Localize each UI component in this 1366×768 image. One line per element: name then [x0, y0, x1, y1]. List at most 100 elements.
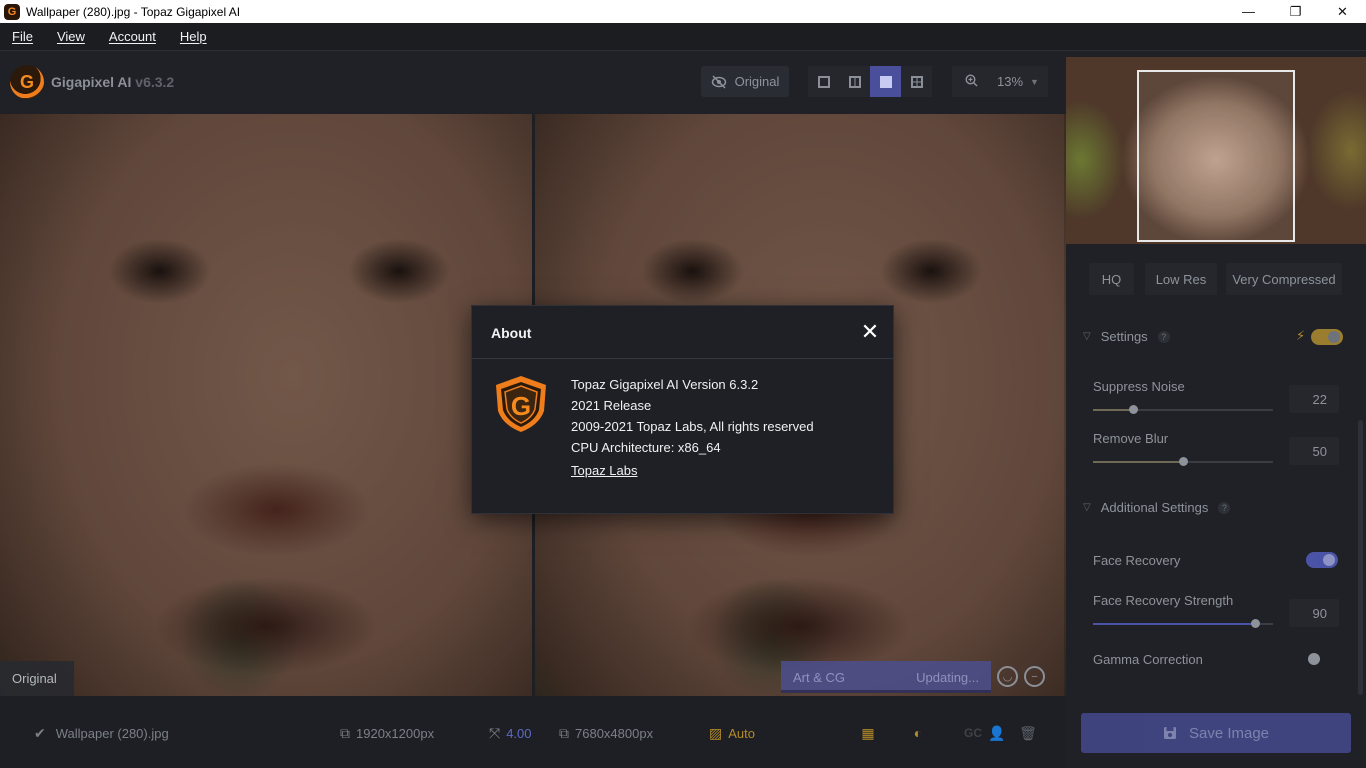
remove-blur-label: Remove Blur	[1093, 431, 1169, 446]
brand-version: v6.3.2	[135, 74, 175, 90]
trash-icon[interactable]: 🗑	[1019, 724, 1037, 742]
side-by-side-view-button[interactable]	[870, 66, 901, 97]
rating-group: ◡ −	[997, 666, 1045, 687]
window-title: Wallpaper (280).jpg - Topaz Gigapixel AI	[26, 4, 241, 19]
slider-fill	[1093, 461, 1183, 463]
about-version-line: Topaz Gigapixel AI Version 6.3.2	[571, 377, 759, 392]
smile-face-icon[interactable]: ◡	[997, 666, 1018, 687]
menu-bar: File View Account Help	[0, 23, 1366, 51]
slider-handle[interactable]	[1128, 405, 1138, 414]
zoom-value: 13%	[996, 74, 1024, 89]
contrast-half-icon[interactable]: ◐	[909, 724, 927, 742]
additional-settings-label: Additional Settings	[1100, 500, 1209, 515]
slider-handle[interactable]	[1251, 619, 1260, 628]
auto-settings-toggle[interactable]	[1311, 329, 1343, 345]
settings-header-label: Settings	[1100, 329, 1148, 344]
output-size: ⧉ 7680x4800px	[559, 725, 653, 742]
slider-fill	[1093, 409, 1133, 411]
file-name: Wallpaper (280).jpg	[55, 726, 169, 741]
face-recovery-strength-slider[interactable]	[1093, 619, 1273, 628]
original-toggle-label: Original	[734, 74, 780, 89]
chevron-down-icon: ▽	[1083, 331, 1091, 342]
close-icon[interactable]: ✕	[859, 321, 881, 343]
preset-low-res-button[interactable]: Low Res	[1145, 263, 1217, 295]
suppress-noise-value[interactable]: 22	[1289, 385, 1339, 413]
gamma-correction-badge: GC	[964, 726, 982, 740]
topaz-logo-icon: G	[496, 376, 546, 432]
face-recovery-toggle[interactable]	[1306, 552, 1338, 568]
model-name: Art & CG	[793, 669, 846, 685]
help-question-icon[interactable]: ?	[1157, 330, 1170, 343]
gamma-correction-toggle[interactable]	[1305, 651, 1337, 667]
save-image-button[interactable]: Save Image	[1081, 713, 1351, 753]
settings-scrollbar[interactable]	[1358, 420, 1363, 695]
toggle-knob	[1328, 331, 1340, 343]
quad-view-button[interactable]	[901, 66, 932, 97]
suppress-noise-label: Suppress Noise	[1093, 379, 1185, 394]
remove-blur-slider[interactable]	[1093, 457, 1273, 466]
brand-name: Gigapixel AI	[51, 74, 132, 90]
scale-value: 4.00	[506, 726, 532, 741]
expand-arrows-icon: ⤧	[489, 725, 501, 741]
face-recovery-strength-label: Face Recovery Strength	[1093, 593, 1234, 608]
split-view-button[interactable]	[839, 66, 870, 97]
toggle-knob	[1323, 554, 1335, 566]
mode-selector[interactable]: ▨ Auto	[709, 725, 755, 742]
slider-handle[interactable]	[1179, 457, 1188, 466]
about-dialog-title: About	[491, 325, 532, 341]
minimize-button[interactable]: —	[1225, 0, 1272, 23]
scale-factor[interactable]: ⤧ 4.00	[489, 725, 532, 742]
title-bar: G Wallpaper (280).jpg - Topaz Gigapixel …	[0, 0, 1366, 23]
split-view-icon	[848, 75, 861, 88]
zoom-in-icon[interactable]	[952, 73, 990, 90]
model-progress-bar	[781, 690, 991, 693]
toggle-knob	[1308, 653, 1320, 665]
modal-dim-overlay	[0, 114, 532, 696]
slider-fill	[1093, 623, 1255, 625]
model-status-bar[interactable]: Art & CG Updating...	[781, 661, 991, 693]
about-copyright-line: 2009-2021 Topaz Labs, All rights reserve…	[571, 419, 814, 434]
preset-hq-button[interactable]: HQ	[1089, 263, 1134, 295]
menu-view[interactable]: View	[57, 29, 85, 44]
original-toggle-button[interactable]: Original	[701, 66, 789, 97]
chevron-down-icon[interactable]: ▼	[1030, 77, 1039, 87]
suppress-noise-slider[interactable]	[1093, 405, 1273, 414]
gamma-correction-label: Gamma Correction	[1093, 652, 1203, 667]
landscape-image-icon: ▨	[709, 725, 723, 741]
navigator-thumbnail[interactable]	[1066, 57, 1366, 244]
menu-file[interactable]: File	[12, 29, 33, 44]
app-logo-icon: G	[4, 3, 20, 20]
menu-account[interactable]: Account	[109, 29, 156, 44]
about-dialog-header: About ✕	[472, 306, 895, 359]
single-view-button[interactable]	[808, 66, 839, 97]
floppy-disk-icon	[1163, 727, 1176, 739]
close-window-button[interactable]: ✕	[1319, 0, 1366, 23]
face-recovery-label: Face Recovery	[1093, 553, 1181, 568]
menu-help[interactable]: Help	[180, 29, 207, 44]
maximize-button[interactable]: ❐	[1272, 0, 1319, 23]
noise-grid-icon[interactable]: ▦	[859, 724, 877, 742]
chevron-down-icon: ▽	[1083, 502, 1091, 513]
original-image-pane[interactable]	[0, 114, 532, 696]
viewport-frame[interactable]	[1137, 70, 1295, 242]
face-recovery-strength-value[interactable]: 90	[1289, 599, 1339, 627]
topaz-logo-letter: G	[511, 391, 531, 421]
preset-very-compressed-button[interactable]: Very Compressed	[1226, 263, 1342, 295]
lightning-icon: ⚡	[1296, 328, 1306, 343]
file-entry[interactable]: ✔ Wallpaper (280).jpg	[34, 725, 169, 742]
brand-title: Gigapixel AI v6.3.2	[51, 74, 174, 90]
image-size-icon: ⧉	[340, 725, 350, 741]
side-by-side-view-icon	[879, 75, 892, 88]
neutral-face-icon[interactable]: −	[1024, 666, 1045, 687]
additional-settings-header[interactable]: ▽ Additional Settings ?	[1083, 500, 1231, 515]
view-mode-group	[808, 66, 932, 97]
help-question-icon[interactable]: ?	[1218, 501, 1231, 514]
quad-view-icon	[910, 75, 923, 88]
output-size-icon: ⧉	[559, 725, 569, 741]
topaz-labs-link[interactable]: Topaz Labs	[571, 463, 638, 478]
about-release-line: 2021 Release	[571, 398, 652, 413]
remove-blur-value[interactable]: 50	[1289, 437, 1339, 465]
checkmark-icon[interactable]: ✔	[34, 725, 46, 742]
settings-section-header[interactable]: ▽ Settings ?	[1083, 329, 1170, 344]
zoom-control[interactable]: 13% ▼	[952, 66, 1048, 97]
